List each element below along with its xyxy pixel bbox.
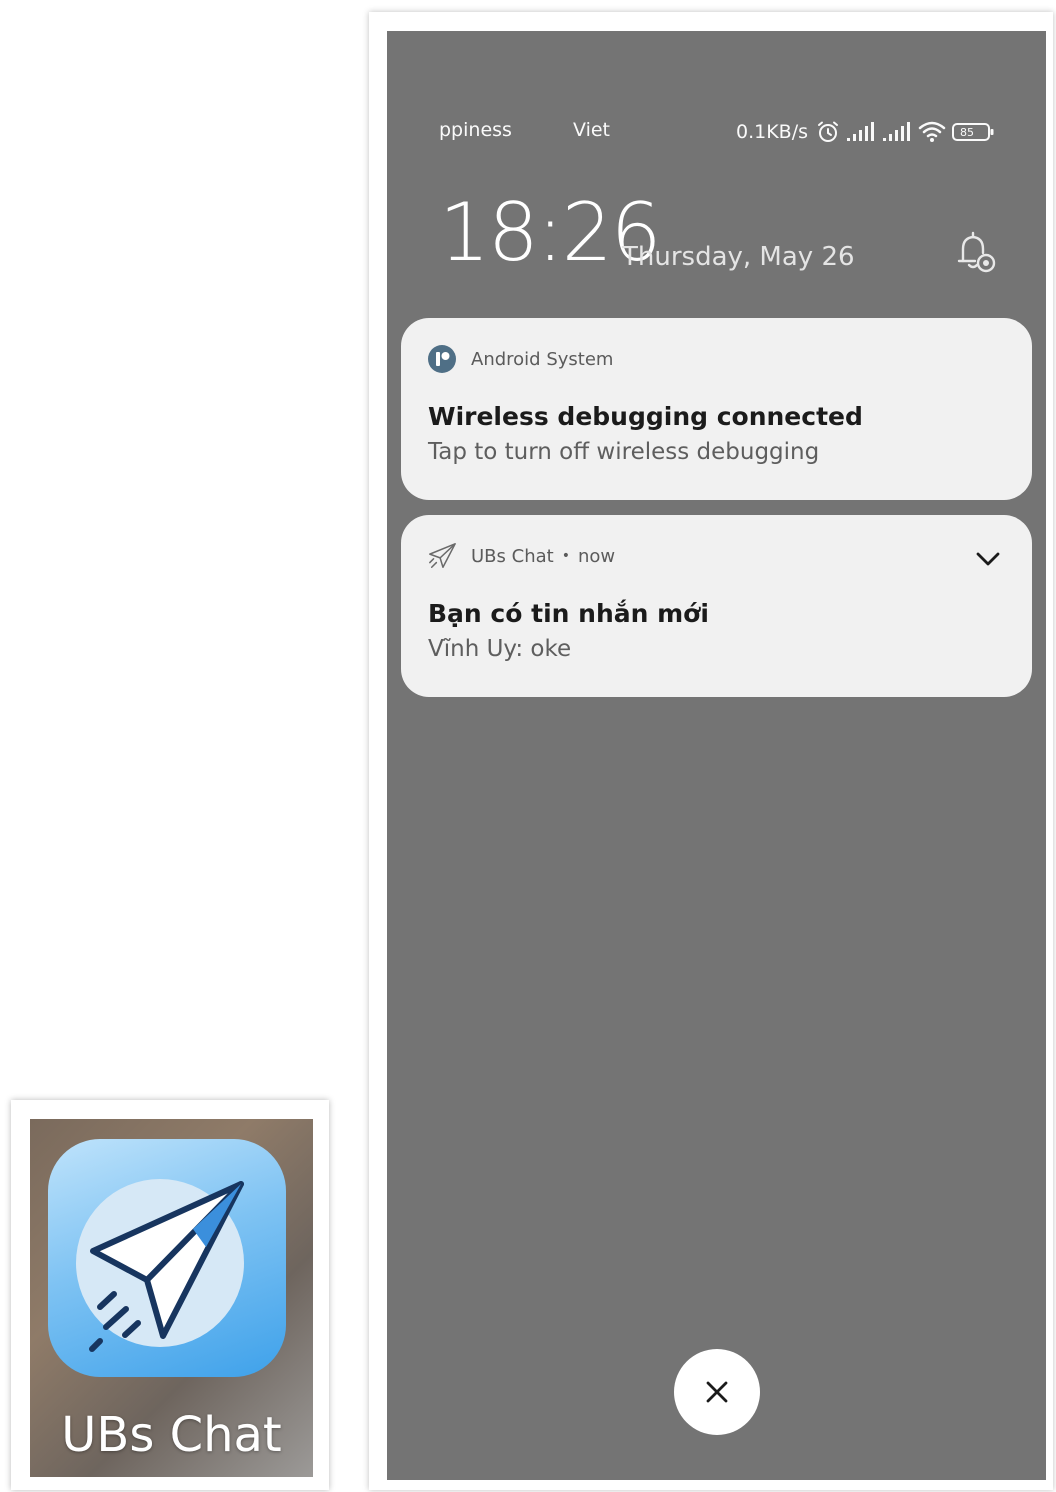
paper-plane-icon xyxy=(76,1179,244,1352)
alarm-icon xyxy=(816,120,840,144)
clear-notifications-button[interactable] xyxy=(674,1349,760,1435)
status-bar: ppiness Viet 0.1KB/s 85 xyxy=(387,117,1046,147)
app-icon-label: UBs Chat xyxy=(61,1407,282,1463)
close-icon xyxy=(706,1381,728,1403)
notification-title: Bạn có tin nhắn mới xyxy=(428,599,709,628)
separator-dot: • xyxy=(561,548,570,564)
chevron-down-icon[interactable] xyxy=(974,545,1002,573)
ubs-chat-app-icon[interactable] xyxy=(48,1139,286,1377)
notification-settings-icon[interactable] xyxy=(953,230,999,276)
lockscreen-date: Thursday, May 26 xyxy=(622,242,855,272)
signal-icon xyxy=(846,122,876,142)
wifi-icon xyxy=(918,121,946,143)
notification-app-name: UBs Chat xyxy=(471,545,554,567)
notification-card-ubs-chat[interactable]: UBs Chat • now Bạn có tin nhắn mới Vĩnh … xyxy=(401,515,1032,697)
notification-header: Android System xyxy=(427,344,613,374)
phone-screenshot-frame: ppiness Viet 0.1KB/s 85 18:26 Thursday, … xyxy=(369,12,1053,1490)
notification-header: UBs Chat • now xyxy=(427,541,615,571)
battery-icon: 85 xyxy=(952,122,994,142)
notification-time: now xyxy=(577,545,616,567)
battery-level: 85 xyxy=(960,126,974,139)
notification-body: Vĩnh Uy: oke xyxy=(428,636,572,662)
notification-shade: ppiness Viet 0.1KB/s 85 18:26 Thursday, … xyxy=(387,31,1046,1480)
notification-body: Tap to turn off wireless debugging xyxy=(428,439,820,465)
notification-card-android-system[interactable]: Android System Wireless debugging connec… xyxy=(401,318,1032,500)
app-icon-panel: UBs Chat xyxy=(11,1100,329,1490)
paper-plane-icon xyxy=(427,541,457,571)
android-system-icon xyxy=(427,344,457,374)
status-icons: 0.1KB/s 85 xyxy=(736,117,994,147)
status-ticker-right: Viet xyxy=(573,119,610,141)
signal-icon xyxy=(882,122,912,142)
network-speed: 0.1KB/s xyxy=(735,121,808,143)
app-icon-background: UBs Chat xyxy=(30,1119,313,1477)
status-ticker-left: ppiness xyxy=(439,119,512,141)
notification-title: Wireless debugging connected xyxy=(428,402,863,431)
notification-app-name: Android System xyxy=(471,348,614,370)
